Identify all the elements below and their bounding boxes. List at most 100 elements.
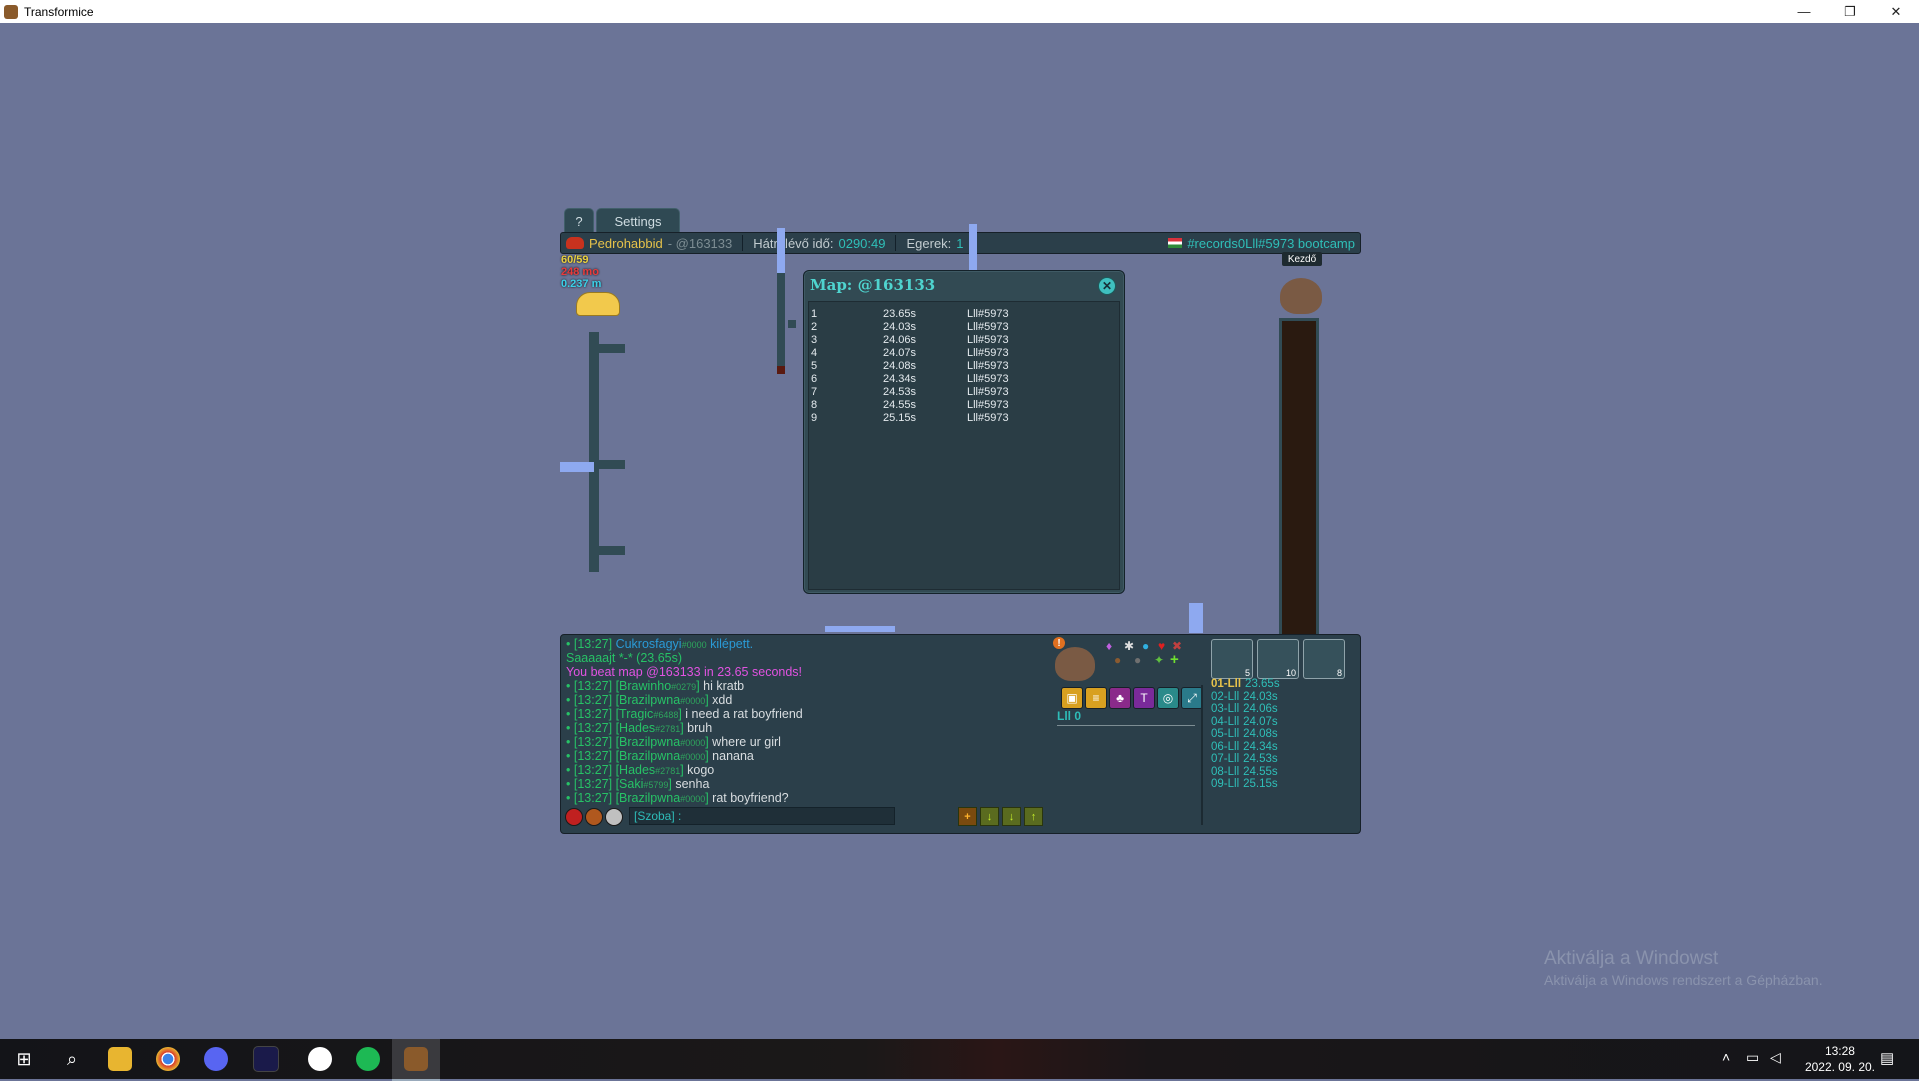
chat-author[interactable]: [Brazilpwna bbox=[616, 749, 681, 763]
chat-author[interactable]: [Hades bbox=[616, 763, 656, 777]
discord-button[interactable]: ◎ bbox=[1157, 687, 1179, 709]
tribe-button[interactable]: ♣ bbox=[1109, 687, 1131, 709]
network-icon[interactable]: ▭ bbox=[1746, 1049, 1759, 1066]
chat-author[interactable]: [Tragic bbox=[616, 707, 654, 721]
player-avatar[interactable] bbox=[1055, 647, 1095, 681]
record-row: 6 24.34s Lll#5973 bbox=[809, 373, 1109, 386]
taskbar-game-22[interactable] bbox=[242, 1039, 290, 1079]
map-records-window: Map: @163133 ✕ 1 23.65s Lll#5973 2 24.03s Lll… bbox=[803, 270, 1125, 594]
xbox-icon bbox=[308, 1047, 332, 1071]
record-time: 24.08s bbox=[883, 360, 917, 372]
alert-icon: ! bbox=[1053, 637, 1065, 649]
record-time: 24.06s bbox=[883, 334, 917, 346]
heart-icon[interactable]: ♥ bbox=[1158, 639, 1165, 653]
chat-timestamp: • [13:27] bbox=[566, 693, 616, 707]
game-area: ? Settings Pedrohabbid - @163133 Hátralé… bbox=[560, 208, 1361, 834]
record-time: 23.65s bbox=[883, 308, 917, 320]
start-button[interactable]: ⊞ bbox=[0, 1039, 48, 1079]
chevron-up-icon[interactable]: ˄ bbox=[1722, 1049, 1730, 1065]
leaderboard-time: 24.34s bbox=[1243, 740, 1278, 753]
chat-text: Saaaaajt *-* (23.65s) bbox=[566, 651, 683, 665]
records-list: 1 23.65s Lll#5973 2 24.03s Lll#5973 3 24.06s Lll… bbox=[808, 301, 1120, 590]
mouse-player-icon[interactable] bbox=[1280, 278, 1322, 314]
taskbar-chrome[interactable] bbox=[144, 1039, 192, 1079]
chat-input[interactable]: [Szoba] : bbox=[629, 807, 895, 825]
record-player: Lll#5973 bbox=[967, 308, 1009, 320]
skill-slot-plane[interactable]: 10 bbox=[1257, 639, 1299, 679]
consumables-inventory: ♦ ✱ ● ♥ ✖ ● ● ✦ + bbox=[1106, 639, 1206, 669]
chat-text: You beat map @163133 in 23.65 seconds! bbox=[566, 665, 803, 679]
chat-timestamp: • [13:27] bbox=[566, 679, 616, 693]
volume-icon[interactable]: ◁ bbox=[1770, 1049, 1781, 1066]
chat-message: • [13:27] [Hades#2781] bruh bbox=[566, 721, 712, 735]
platform bbox=[599, 344, 625, 353]
chat-timestamp: • [13:27] bbox=[566, 707, 616, 721]
record-row: 7 24.53s Lll#5973 bbox=[809, 386, 1109, 399]
record-time: 24.07s bbox=[883, 347, 917, 359]
record-row: 9 25.15s Lll#5973 bbox=[809, 412, 1109, 425]
record-rank: 1 bbox=[811, 308, 818, 320]
taskbar-transformice[interactable] bbox=[392, 1039, 440, 1081]
friends-button[interactable] bbox=[605, 808, 623, 826]
add-item-icon[interactable]: + bbox=[1170, 651, 1179, 668]
cheese-shaman-icon bbox=[566, 237, 584, 249]
notifications-icon[interactable]: ▤ bbox=[1880, 1049, 1894, 1067]
chat-author[interactable]: [Brawinho bbox=[616, 679, 672, 693]
taskbar-spotify[interactable] bbox=[344, 1039, 392, 1079]
clock[interactable]: 13:28 2022. 09. 20. bbox=[1805, 1043, 1875, 1075]
bomb-icon[interactable]: ● bbox=[1134, 653, 1141, 667]
chat-author[interactable]: [Hades bbox=[616, 721, 656, 735]
leaderboard-rank: 07-Lll bbox=[1211, 753, 1240, 765]
ice-floor bbox=[825, 626, 895, 632]
scroll-bottom-button[interactable]: ↓ bbox=[1002, 807, 1021, 826]
chat-message: • [13:27] [Brazilpwna#0000] xdd bbox=[566, 693, 732, 707]
leaderboard-rank: 04-Lll bbox=[1211, 715, 1240, 728]
game-22-icon bbox=[253, 1046, 279, 1072]
chat-message: • [13:27] [Hades#2781] kogo bbox=[566, 763, 714, 777]
heart-emote-button[interactable] bbox=[565, 808, 583, 826]
scroll-down-button[interactable]: ↓ bbox=[980, 807, 999, 826]
close-window-button[interactable]: ✕ bbox=[1873, 0, 1919, 23]
search-button[interactable]: ⌕ bbox=[48, 1039, 96, 1079]
acorn-icon[interactable]: ● bbox=[1114, 653, 1121, 667]
leaderboard-time: 24.53s bbox=[1243, 753, 1278, 765]
list-button[interactable]: ≡ bbox=[1085, 687, 1107, 709]
scroll-up-button[interactable]: ↑ bbox=[1024, 807, 1043, 826]
stat-cheese: 60/59 bbox=[561, 254, 589, 266]
potion-icon[interactable]: ♦ bbox=[1106, 639, 1112, 653]
chat-author[interactable]: [Brazilpwna bbox=[616, 735, 681, 749]
skill-slot-rock[interactable]: 8 bbox=[1303, 639, 1345, 679]
leaderboard-time: 25.15s bbox=[1243, 778, 1278, 790]
settings-tab[interactable]: Settings bbox=[596, 208, 680, 233]
record-row: 3 24.06s Lll#5973 bbox=[809, 334, 1109, 347]
close-map-window-button[interactable]: ✕ bbox=[1098, 277, 1116, 295]
mice-count: 1 bbox=[956, 235, 964, 251]
room-name[interactable]: #records0Lll#5973 bootcamp bbox=[1187, 236, 1355, 251]
shield-emote-button[interactable] bbox=[585, 808, 603, 826]
chat-author[interactable]: [Saki bbox=[616, 777, 644, 791]
help-tab[interactable]: ? bbox=[564, 208, 594, 233]
leaderboard-rank: 09-Lll bbox=[1211, 778, 1240, 790]
chat-author-tag: #0000 bbox=[680, 696, 706, 706]
maximize-button[interactable]: ❐ bbox=[1827, 0, 1873, 23]
chat-author[interactable]: [Brazilpwna bbox=[616, 693, 681, 707]
wardrobe-button[interactable]: T bbox=[1133, 687, 1155, 709]
chat-author[interactable]: [Brazilpwna bbox=[616, 791, 681, 805]
expand-chat-button[interactable]: + bbox=[958, 807, 977, 826]
shop-button[interactable]: ▣ bbox=[1061, 687, 1083, 709]
taskbar-xbox[interactable] bbox=[296, 1039, 344, 1079]
fullscreen-button[interactable]: ⤢ bbox=[1181, 687, 1203, 709]
player-name[interactable]: Pedrohabbid bbox=[589, 236, 663, 251]
taskbar-file-explorer[interactable] bbox=[96, 1039, 144, 1079]
water-drop-icon[interactable]: ● bbox=[1142, 639, 1149, 653]
leaf-icon[interactable]: ✦ bbox=[1154, 653, 1164, 667]
snowflake-icon[interactable]: ✱ bbox=[1124, 639, 1134, 653]
chrome-icon bbox=[156, 1047, 180, 1071]
skill-slot-spirit[interactable]: 5 bbox=[1211, 639, 1253, 679]
chat-author-tag: #2781 bbox=[655, 724, 681, 734]
chat-message: • [13:27] [Brazilpwna#0000] where ur gir… bbox=[566, 735, 781, 749]
record-player: Lll#5973 bbox=[967, 360, 1009, 372]
minimize-button[interactable]: — bbox=[1781, 0, 1827, 23]
map-code[interactable]: - @163133 bbox=[668, 236, 733, 251]
taskbar-discord[interactable] bbox=[192, 1039, 240, 1079]
